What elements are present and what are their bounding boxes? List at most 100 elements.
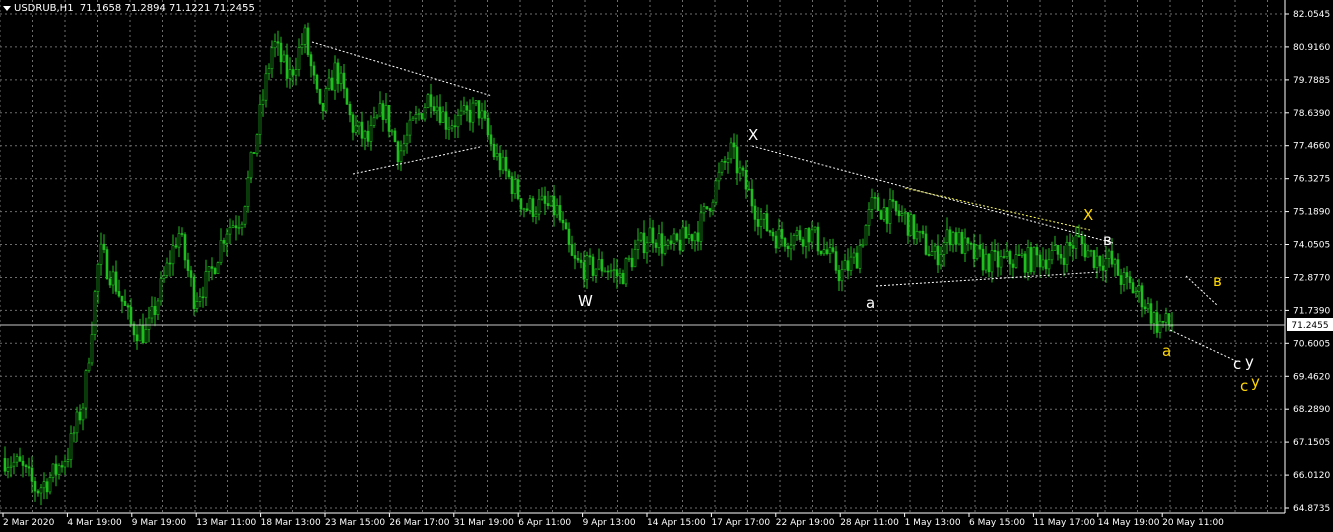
candle-body: [546, 203, 550, 207]
dropdown-triangle-icon[interactable]: [3, 5, 11, 11]
candle-body: [303, 27, 307, 45]
candle-body: [534, 213, 538, 218]
candle-body: [1053, 245, 1057, 251]
candle-body: [144, 329, 148, 343]
wave-label-white-c: c: [1233, 355, 1241, 373]
candle-body: [201, 296, 205, 299]
candle-body: [537, 198, 541, 215]
time-axis-label: 14 Apr 15:00: [647, 518, 706, 528]
candle-body: [186, 259, 190, 271]
candle-body: [354, 125, 358, 133]
candle-body: [117, 291, 121, 297]
candle-body: [342, 72, 346, 89]
candle-body: [291, 69, 295, 76]
candle-body: [630, 257, 634, 268]
candle-body: [225, 233, 229, 244]
candle-body: [699, 212, 703, 242]
candle-body: [600, 259, 604, 272]
candle-body: [687, 234, 691, 239]
candle-body: [255, 134, 259, 154]
candle-body: [756, 219, 760, 227]
candle-body: [213, 268, 217, 274]
candle-body: [951, 232, 955, 246]
time-axis-label: 28 Apr 11:00: [840, 518, 899, 528]
candle-body: [804, 228, 808, 247]
candle-body: [81, 407, 85, 421]
candle-body: [1041, 259, 1045, 268]
candle-body: [798, 230, 802, 240]
candle-body: [78, 411, 82, 421]
candle-body: [948, 229, 952, 246]
candle-body: [372, 117, 376, 126]
candle-body: [654, 242, 658, 248]
candle-body: [972, 243, 976, 260]
candle-body: [252, 152, 256, 154]
candle-body: [1023, 253, 1027, 273]
candle-body: [762, 213, 766, 220]
candle-body: [1134, 291, 1138, 294]
candle-body: [666, 240, 670, 246]
time-axis-label: 13 Mar 11:00: [196, 518, 256, 528]
candle-body: [267, 68, 271, 74]
candle-body: [870, 197, 874, 210]
price-chart-svg[interactable]: 82.0545 80.9160 79.7885 78.6390 77.4660 76.32…: [0, 0, 1333, 532]
candle-body: [543, 195, 547, 204]
candle-body: [321, 102, 325, 112]
candle-body: [690, 234, 694, 242]
candle-body: [624, 258, 628, 285]
candle-body: [228, 227, 232, 235]
projection-c-line: [1169, 329, 1239, 363]
time-axis-label: 23 Mar 15:00: [325, 518, 385, 528]
candle-body: [168, 262, 172, 265]
candle-body: [1128, 276, 1132, 283]
wave-label-yellow-y: y: [1251, 373, 1260, 391]
candle-body: [993, 250, 997, 252]
candle-body: [780, 228, 784, 239]
candle-body: [609, 270, 613, 273]
candle-body: [312, 65, 316, 76]
candle-body: [495, 153, 499, 157]
candle-body: [285, 54, 289, 79]
candle-body: [1167, 313, 1171, 325]
candle-body: [1029, 247, 1033, 273]
wave-label-white-x: X: [748, 126, 758, 144]
candle-body: [450, 125, 454, 129]
candle-body: [648, 227, 652, 244]
candle-body: [792, 235, 796, 246]
candle-body: [498, 153, 502, 171]
candle-body: [1035, 247, 1039, 256]
candle-body: [459, 110, 463, 116]
current-price-text: 71.2455: [1291, 321, 1328, 331]
candle-body: [1014, 254, 1018, 268]
time-axis-label: 9 Mar 19:00: [132, 518, 187, 528]
candle-body: [1008, 251, 1012, 265]
mt4-chart-window[interactable]: USDRUB,H1 71.1658 71.2894 71.1221 71.245…: [0, 0, 1333, 532]
axis-labels: 82.0545 80.9160 79.7885 78.6390 77.4660 76.32…: [2, 10, 1330, 528]
candle-body: [390, 130, 394, 133]
candle-body: [942, 242, 946, 255]
candle-body: [429, 94, 433, 107]
wave-label-white-y: y: [1245, 353, 1254, 371]
candle-body: [786, 246, 790, 249]
candle-body: [885, 207, 889, 224]
candle-body: [651, 227, 655, 244]
candle-body: [657, 233, 661, 248]
candle-body: [828, 247, 832, 254]
candle-body: [681, 226, 685, 251]
candle-body: [1107, 250, 1111, 259]
candle-body: [1122, 272, 1126, 285]
candle-body: [237, 227, 241, 229]
candle-body: [864, 225, 868, 246]
candle-body: [597, 259, 601, 270]
candle-body: [480, 110, 484, 119]
candle-body: [369, 125, 373, 142]
candle-body: [294, 69, 298, 76]
candle-body: [12, 461, 16, 467]
chart-frame: [0, 0, 1286, 514]
candle-body: [552, 195, 556, 216]
candle-body: [807, 228, 811, 243]
candle-body: [1119, 275, 1123, 285]
candle-body: [750, 188, 754, 207]
candle-body: [159, 278, 163, 302]
candle-body: [324, 88, 328, 112]
